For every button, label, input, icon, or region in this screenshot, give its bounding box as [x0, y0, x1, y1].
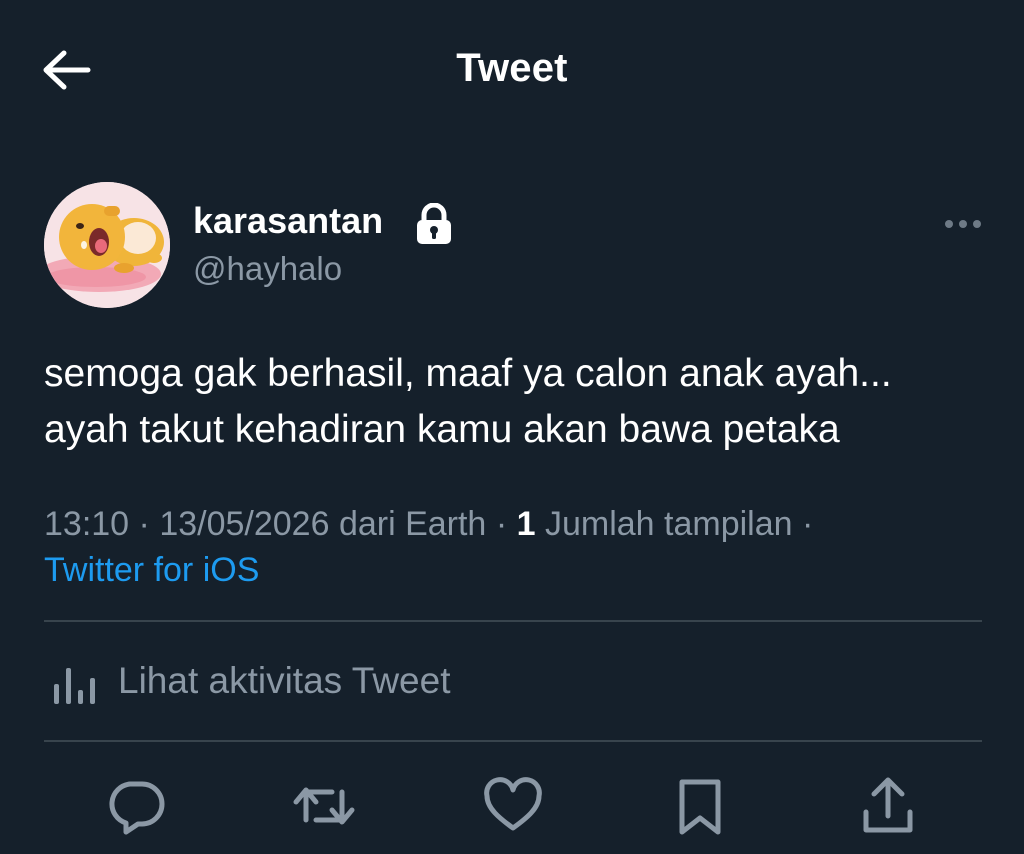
tweet-date-location[interactable]: 13/05/2026 dari Earth: [159, 505, 486, 543]
share-icon: [863, 777, 913, 833]
tweet-meta: 13:10 · 13/05/2026 dari Earth · 1 Jumlah…: [44, 505, 813, 544]
tweet-time[interactable]: 13:10: [44, 505, 129, 543]
bar-chart-icon: [54, 668, 95, 704]
bookmark-icon: [679, 779, 721, 835]
author-display-name[interactable]: karasantan: [193, 200, 383, 242]
retweet-button[interactable]: [292, 776, 356, 836]
more-horizontal-icon: [945, 220, 981, 228]
view-tweet-activity-button[interactable]: Lihat aktivitas Tweet: [44, 640, 982, 730]
views-count: 1: [516, 505, 536, 543]
retweet-icon: [293, 787, 355, 825]
view-tweet-activity-label: Lihat aktivitas Tweet: [118, 660, 451, 701]
views-label: Jumlah tampilan: [544, 505, 793, 543]
share-button[interactable]: [856, 776, 920, 836]
avatar-image: [44, 182, 170, 308]
source-link[interactable]: Twitter for iOS: [44, 551, 259, 590]
bookmark-button[interactable]: [668, 776, 732, 836]
tweet-detail-page: Tweet karasantan @hayhalo semoga gak ber…: [0, 0, 1024, 854]
divider: [44, 740, 982, 742]
reply-button[interactable]: [104, 776, 168, 836]
meta-separator: ·: [138, 505, 150, 543]
header: Tweet: [0, 0, 1024, 140]
meta-separator: ·: [801, 505, 814, 543]
lock-icon: [417, 203, 451, 244]
avatar[interactable]: [44, 182, 170, 308]
page-title: Tweet: [456, 46, 568, 90]
divider: [44, 620, 982, 622]
reply-icon: [109, 781, 165, 835]
more-options-button[interactable]: [942, 212, 984, 236]
tweet-text: semoga gak berhasil, maaf ya calon anak …: [44, 346, 984, 458]
meta-separator: ·: [495, 505, 508, 543]
tweet-text-line: semoga gak berhasil, maaf ya calon anak …: [44, 352, 892, 395]
tweet-action-bar: [0, 760, 1024, 854]
author-handle[interactable]: @hayhalo: [193, 250, 342, 288]
heart-icon: [484, 777, 542, 831]
like-button[interactable]: [481, 776, 545, 836]
tweet-text-line: ayah takut kehadiran kamu akan bawa peta…: [44, 408, 840, 451]
